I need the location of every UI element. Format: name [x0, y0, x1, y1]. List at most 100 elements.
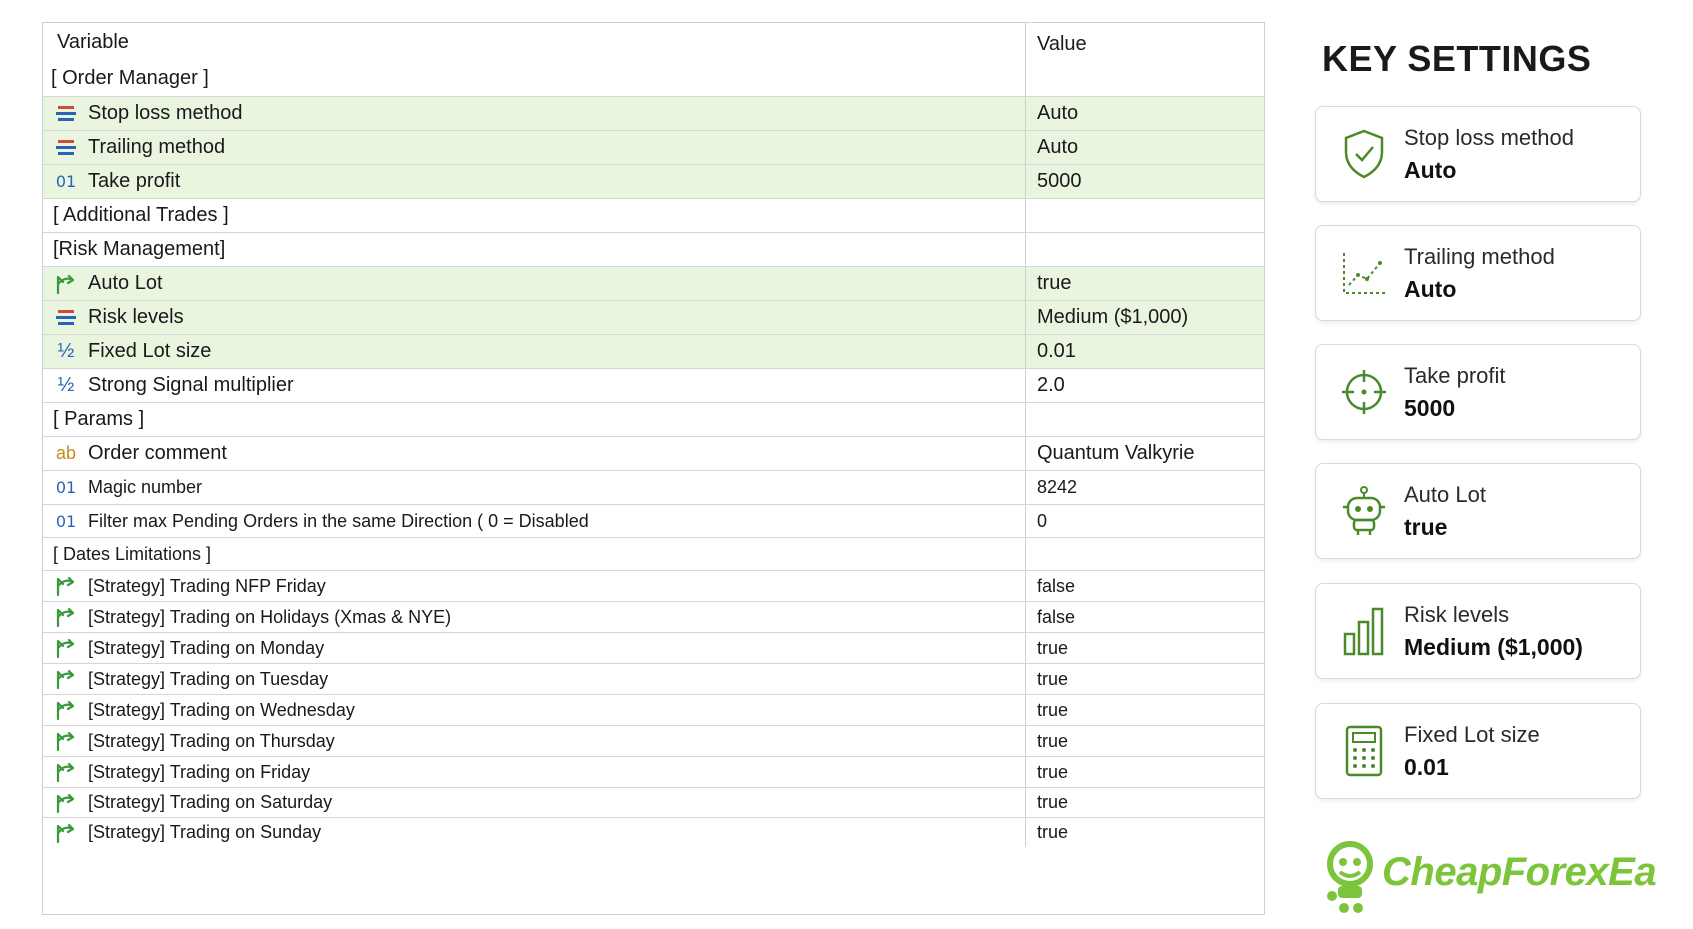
variable-value[interactable]: false [1026, 576, 1264, 597]
variable-value[interactable]: Auto [1026, 102, 1264, 125]
variable-name: [Strategy] Trading NFP Friday [88, 575, 326, 596]
variable-value[interactable]: true [1026, 731, 1264, 752]
column-header-variable: Variable [57, 31, 129, 53]
table-row[interactable]: Risk levels Medium ($1,000) [43, 300, 1264, 334]
variable-value[interactable]: true [1026, 669, 1264, 690]
key-setting-label: Take profit [1404, 362, 1506, 388]
table-row[interactable]: Stop loss method Auto [43, 96, 1264, 130]
variable-value[interactable]: 0.01 [1026, 340, 1264, 363]
table-body: Stop loss method Auto Trailing method Auto 0… [43, 96, 1264, 847]
table-row[interactable]: [Strategy] Trading on Tuesday true [43, 663, 1264, 694]
bool-arrow-icon [53, 576, 79, 596]
bool-arrow-icon [53, 700, 79, 720]
number-icon: 01 [55, 478, 77, 497]
variable-value[interactable]: 8242 [1026, 477, 1264, 498]
variable-name: [Strategy] Trading on Thursday [88, 730, 335, 751]
variable-value[interactable]: 2.0 [1026, 374, 1264, 397]
fraction-icon: ½ [57, 374, 75, 396]
parameters-table: Variable [ Order Manager ] Value Stop lo… [42, 22, 1265, 915]
table-header-row: Variable [ Order Manager ] Value [43, 23, 1264, 96]
variable-value[interactable]: true [1026, 272, 1264, 295]
variable-name: Order comment [88, 442, 227, 464]
list-icon [53, 139, 79, 157]
variable-value[interactable]: Medium ($1,000) [1026, 306, 1264, 329]
table-row[interactable]: Trailing method Auto [43, 130, 1264, 164]
key-setting-value: 0.01 [1404, 753, 1449, 780]
key-setting-card: Stop loss method Auto [1315, 106, 1641, 202]
variable-value[interactable]: Auto [1026, 136, 1264, 159]
variable-name: [Strategy] Trading on Sunday [88, 822, 322, 842]
table-row[interactable]: [Strategy] Trading on Saturday true [43, 787, 1264, 817]
key-setting-card: Fixed Lot size 0.01 [1315, 703, 1641, 799]
variable-name: Fixed Lot size [88, 340, 212, 362]
key-setting-card: Take profit 5000 [1315, 344, 1641, 440]
variable-value[interactable]: false [1026, 607, 1264, 628]
variable-value[interactable]: true [1026, 638, 1264, 659]
bar-chart-icon [1334, 606, 1394, 656]
key-setting-value: Medium ($1,000) [1404, 633, 1583, 660]
table-row[interactable]: Auto Lot true [43, 266, 1264, 300]
key-settings-title: KEY SETTINGS [1322, 38, 1592, 79]
section-label: [ Additional Trades ] [53, 204, 229, 226]
variable-value[interactable]: 5000 [1026, 170, 1264, 193]
bool-arrow-icon [53, 793, 79, 813]
variable-name: [Strategy] Trading on Holidays (Xmas & N… [88, 606, 452, 627]
key-setting-label: Trailing method [1404, 243, 1555, 269]
bool-arrow-icon [53, 762, 79, 782]
key-setting-card: Risk levels Medium ($1,000) [1315, 583, 1641, 679]
column-header-value: Value [1037, 33, 1087, 55]
variable-value[interactable]: true [1026, 762, 1264, 783]
key-setting-value: Auto [1404, 156, 1457, 183]
variable-name: [Strategy] Trading on Saturday [88, 792, 333, 812]
bool-arrow-icon [53, 274, 79, 294]
table-row[interactable]: ½ Strong Signal multiplier 2.0 [43, 368, 1264, 402]
variable-value[interactable]: Quantum Valkyrie [1026, 442, 1264, 465]
variable-name: Risk levels [88, 306, 184, 328]
key-setting-value: 5000 [1404, 394, 1456, 421]
variable-name: Trailing method [88, 136, 226, 158]
variable-value[interactable]: true [1026, 792, 1264, 813]
section-label: [ Dates Limitations ] [53, 543, 212, 564]
mascot-logo-icon [1327, 841, 1373, 913]
variable-name: Filter max Pending Orders in the same Di… [88, 510, 589, 531]
bool-arrow-icon [53, 731, 79, 751]
variable-name: Magic number [88, 477, 203, 497]
key-setting-label: Fixed Lot size [1404, 721, 1540, 747]
string-icon: ab [55, 443, 77, 463]
table-row[interactable]: [Strategy] Trading on Thursday true [43, 725, 1264, 756]
variable-value[interactable]: true [1026, 822, 1264, 843]
variable-name: [Strategy] Trading on Friday [88, 761, 311, 782]
table-row[interactable]: [Strategy] Trading on Sunday true [43, 817, 1264, 847]
variable-name: Auto Lot [88, 272, 163, 294]
table-row[interactable]: [Strategy] Trading NFP Friday false [43, 570, 1264, 601]
robot-icon [1334, 485, 1394, 537]
key-setting-label: Auto Lot [1404, 481, 1486, 507]
table-row[interactable]: ½ Fixed Lot size 0.01 [43, 334, 1264, 368]
key-setting-label: Risk levels [1404, 601, 1510, 627]
bool-arrow-icon [53, 638, 79, 658]
table-row[interactable]: ab Order comment Quantum Valkyrie [43, 436, 1264, 470]
section-row: [ Params ] [43, 402, 1264, 436]
key-setting-value: Auto [1404, 275, 1457, 302]
key-setting-card: Auto Lot true [1315, 463, 1641, 559]
list-icon [53, 105, 79, 123]
calculator-icon [1334, 725, 1394, 777]
key-setting-card: Trailing method Auto [1315, 225, 1641, 321]
table-row[interactable]: [Strategy] Trading on Friday true [43, 756, 1264, 787]
variable-value[interactable]: true [1026, 700, 1264, 721]
table-row[interactable]: [Strategy] Trading on Monday true [43, 632, 1264, 663]
variable-name: Strong Signal multiplier [88, 374, 294, 396]
table-row[interactable]: 01 Take profit 5000 [43, 164, 1264, 198]
table-row[interactable]: [Strategy] Trading on Holidays (Xmas & N… [43, 601, 1264, 632]
variable-name: [Strategy] Trading on Monday [88, 637, 325, 658]
cheapforexea-logo: CheapForexEa [1322, 834, 1657, 914]
table-row[interactable]: 01 Filter max Pending Orders in the same … [43, 504, 1264, 537]
variable-name: Stop loss method [88, 102, 243, 124]
number-icon: 01 [55, 172, 77, 191]
table-row[interactable]: [Strategy] Trading on Wednesday true [43, 694, 1264, 725]
variable-value[interactable]: 0 [1026, 511, 1264, 532]
logo-text: CheapForexEa [1382, 850, 1657, 894]
key-setting-label: Stop loss method [1404, 124, 1574, 150]
key-setting-value: true [1404, 513, 1448, 540]
table-row[interactable]: 01 Magic number 8242 [43, 470, 1264, 504]
